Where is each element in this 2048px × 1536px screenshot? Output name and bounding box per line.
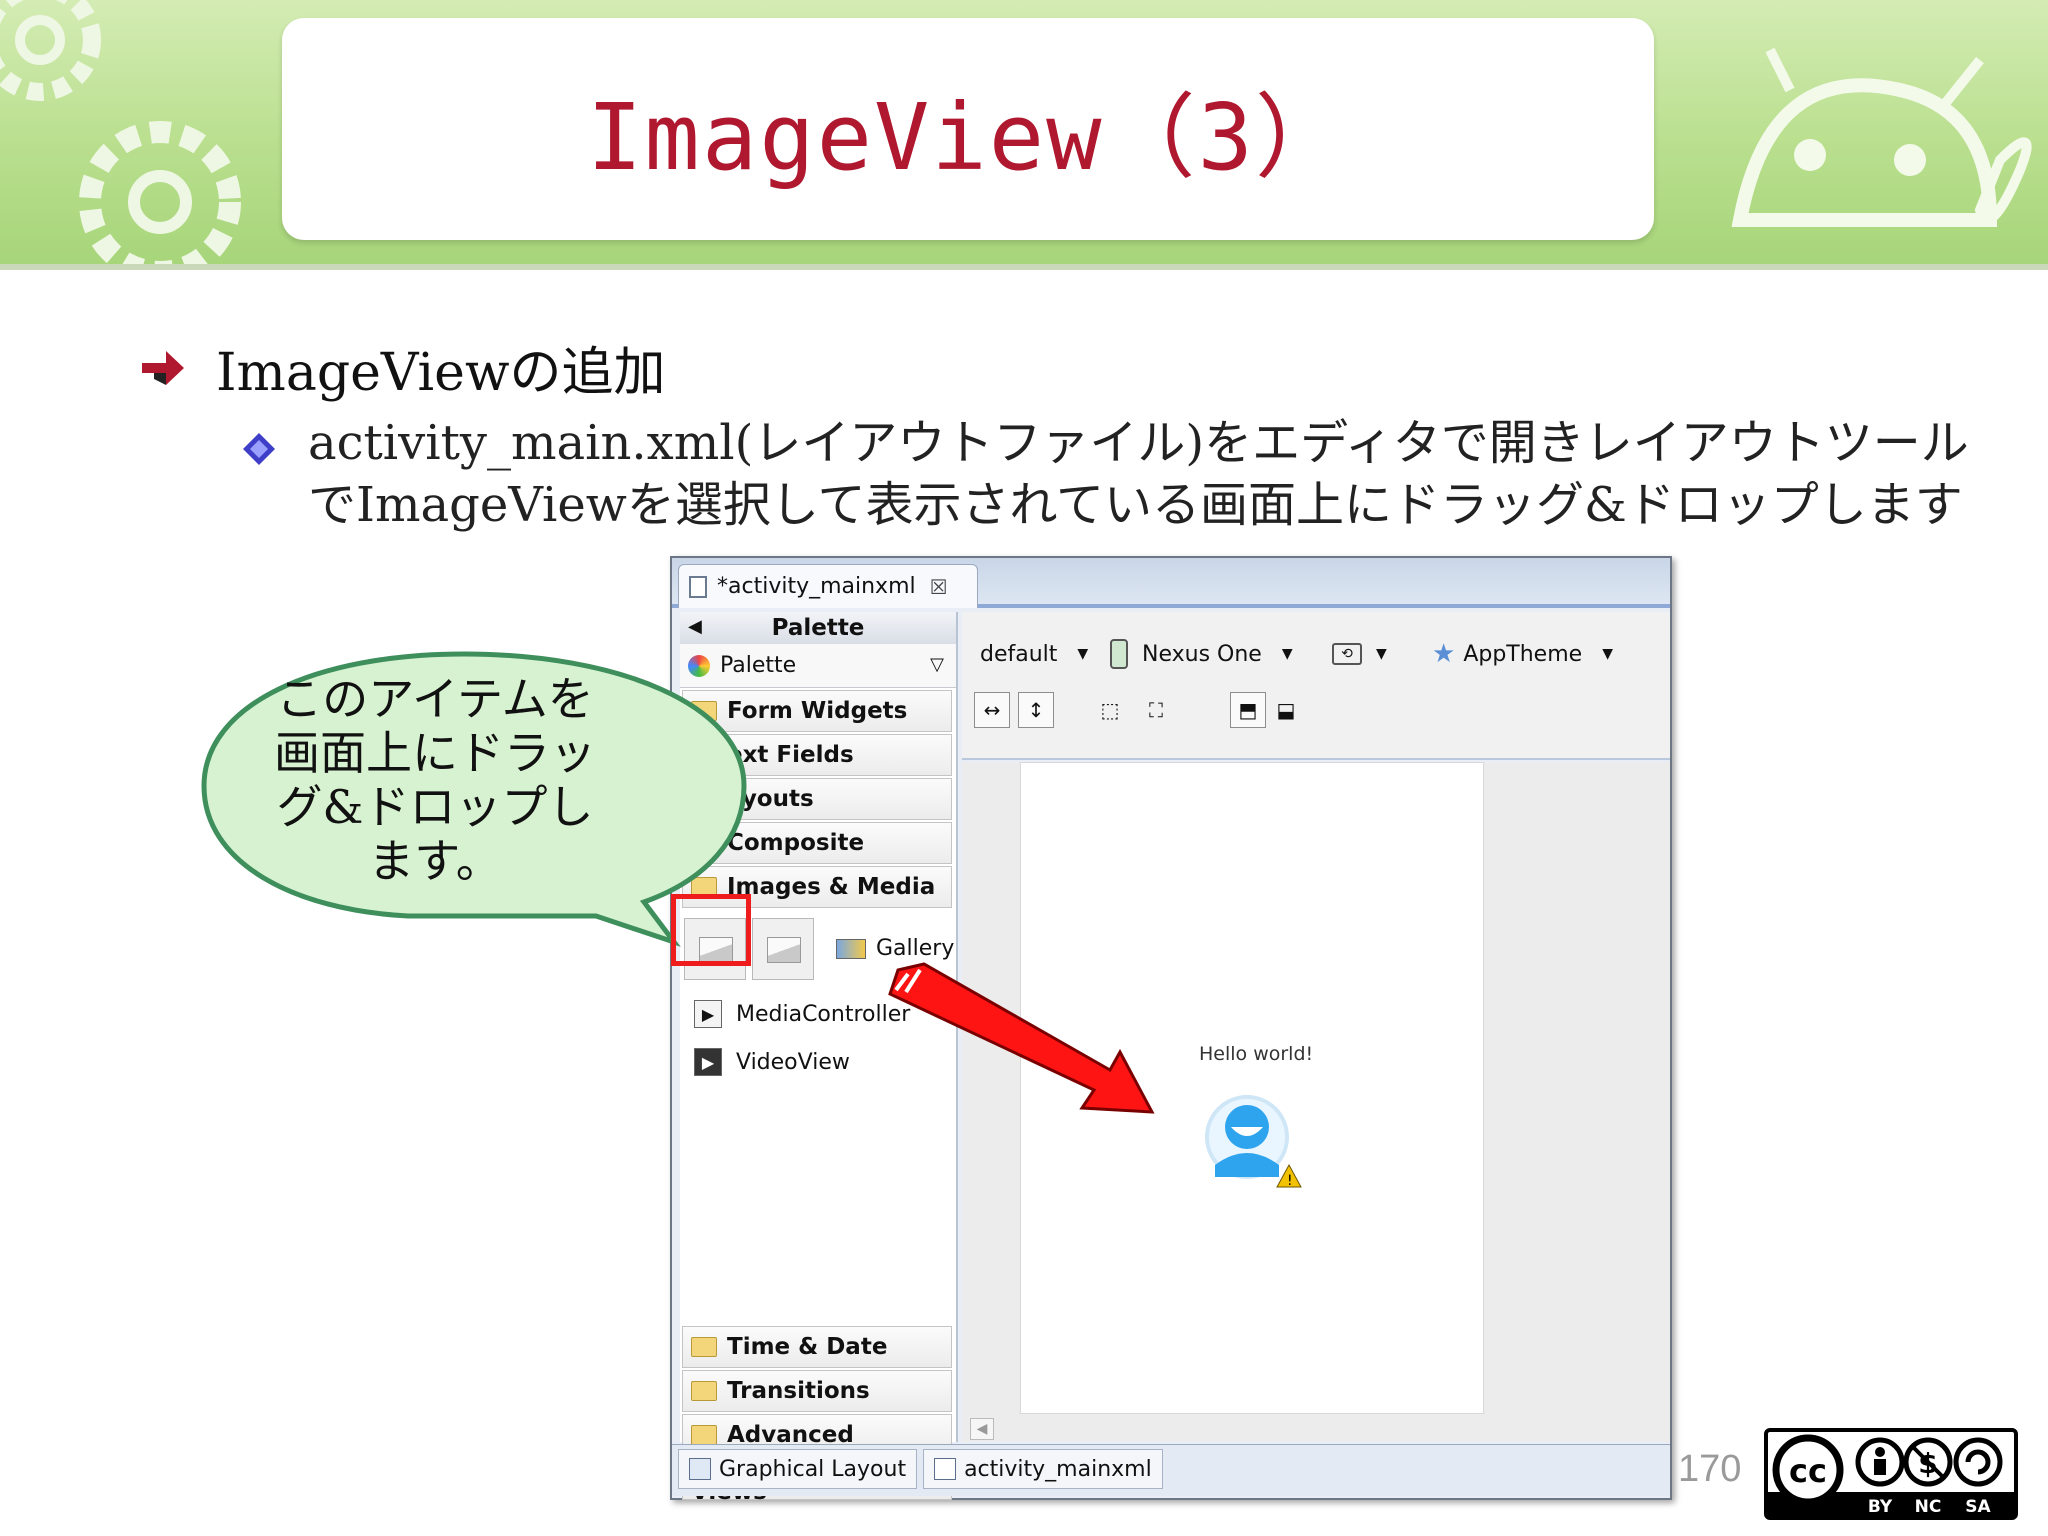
bullet-level-1: ImageViewの追加	[140, 330, 665, 405]
close-icon[interactable]: ☒	[930, 575, 948, 599]
dropdown-icon: ▼	[1281, 646, 1293, 662]
layout-icon	[689, 1458, 711, 1480]
xml-file-icon	[934, 1458, 957, 1480]
svg-text:SA: SA	[1965, 1497, 1991, 1516]
title-box: ImageView（3）	[282, 18, 1654, 240]
fit-width-button[interactable]: ↔	[974, 692, 1010, 728]
arrow-bullet-icon	[142, 350, 184, 385]
cc-license-badge: cc $ BY NC SA	[1764, 1428, 2018, 1520]
layout-left-button[interactable]: ⬒	[1230, 692, 1266, 728]
tab-xml-source[interactable]: activity_mainxml	[923, 1449, 1163, 1489]
config-dropdown[interactable]: default ▼	[980, 626, 1088, 682]
svg-text:BY: BY	[1868, 1497, 1893, 1516]
hello-text: Hello world!	[1199, 1043, 1314, 1065]
select-mode-button[interactable]: ⬚	[1092, 692, 1128, 728]
android-robot-icon	[1731, 47, 2032, 227]
layout-toolbar: default ▼ Nexus One ▼ ⟲ ▼ ★ AppTheme ▼ ↔…	[962, 612, 1670, 760]
image-icon	[767, 937, 801, 963]
editor-tab-bar: *activity_mainxml ☒	[672, 558, 1670, 608]
play-icon: ▶	[694, 1048, 722, 1076]
category-time-date[interactable]: Time & Date	[682, 1326, 952, 1368]
bullet-text: ImageViewの追加	[216, 343, 666, 403]
cc-icon: cc $ BY NC SA	[1768, 1434, 2014, 1516]
fit-height-button[interactable]: ↕	[1018, 692, 1054, 728]
play-icon: ▶	[694, 1000, 722, 1028]
header-banner: ImageView（3）	[0, 0, 2048, 270]
editor-bottom-tabs: Graphical Layout activity_mainxml	[672, 1444, 1670, 1496]
device-dropdown[interactable]: Nexus One ▼	[1110, 626, 1293, 682]
folder-icon	[691, 1337, 717, 1357]
phone-icon	[1110, 639, 1128, 669]
bullet-level-2: activity_main.xml(レイアウトファイル)をエディタで開きレイアウ…	[242, 412, 1982, 536]
file-tab[interactable]: *activity_mainxml ☒	[678, 564, 978, 608]
zoom-button[interactable]: ⛶	[1138, 692, 1174, 728]
dropdown-icon: ▼	[1602, 646, 1613, 662]
category-transitions[interactable]: Transitions	[682, 1370, 952, 1412]
imageview-placeholder-icon[interactable]: !	[1201, 1093, 1311, 1203]
drag-arrow-icon	[888, 962, 1155, 1114]
tab-graphical-layout[interactable]: Graphical Layout	[678, 1449, 918, 1489]
xml-file-icon	[689, 575, 707, 598]
selection-highlight	[671, 894, 751, 966]
star-icon: ★	[1432, 639, 1456, 669]
svg-text:cc: cc	[1789, 1452, 1827, 1490]
dropdown-icon[interactable]: ▽	[930, 654, 944, 675]
dropdown-icon: ▼	[1077, 646, 1089, 662]
layout-right-button[interactable]: ⬓	[1268, 692, 1304, 728]
gear-icon	[79, 121, 241, 264]
imagebutton-widget[interactable]	[752, 918, 814, 980]
page-number: 170	[1678, 1448, 1742, 1490]
bullet-text: activity_main.xml(レイアウトファイル)をエディタで開きレイアウ…	[308, 415, 1969, 533]
scroll-left-button[interactable]: ◀	[970, 1418, 994, 1440]
gallery-widget[interactable]: Gallery	[836, 936, 954, 961]
theme-dropdown[interactable]: ★ AppTheme ▼	[1432, 626, 1613, 682]
file-tab-label: *activity_mainxml	[717, 574, 916, 599]
gallery-icon	[836, 938, 866, 959]
rotate-icon: ⟲	[1332, 643, 1362, 665]
page-title: ImageView（3）	[587, 83, 1349, 191]
svg-text:NC: NC	[1915, 1497, 1942, 1516]
callout-text: このアイテムを画面上にドラッグ&ドロップします。	[274, 672, 596, 888]
collapse-left-icon[interactable]: ◀	[688, 616, 702, 637]
svg-text:!: !	[1287, 1173, 1293, 1189]
dropdown-icon: ▼	[1376, 646, 1387, 662]
folder-icon	[691, 1381, 717, 1401]
diamond-bullet-icon	[243, 433, 275, 465]
orientation-dropdown[interactable]: ⟲ ▼	[1332, 626, 1387, 682]
folder-icon	[691, 1425, 717, 1445]
